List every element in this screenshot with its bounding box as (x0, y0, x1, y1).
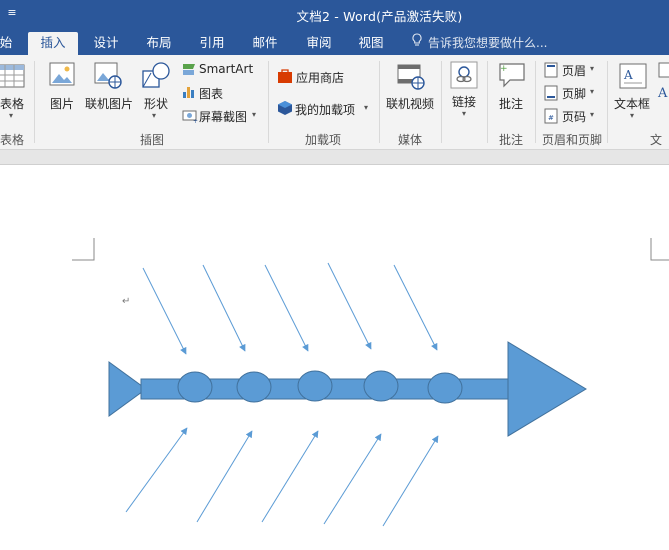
spine-node-1[interactable] (177, 371, 213, 403)
tab-references[interactable]: 引用 (190, 32, 234, 55)
smartart-button-label: SmartArt (199, 62, 254, 76)
ribbon-insert: 表格 ▾ 表格 图片 联机图片 形状 ▾ SmartArt 图表 + 屏幕截图 … (0, 55, 669, 150)
title-bar: ≡ 文档2 - Word(产品激活失败) (0, 0, 669, 30)
footer-button-label: 页脚 (562, 87, 587, 101)
links-dropdown-caret: ▾ (462, 109, 467, 118)
tab-insert[interactable]: 插入 (28, 32, 78, 55)
header-dropdown-caret: ▾ (590, 64, 595, 73)
table-button-label: 表格 (0, 97, 25, 111)
header-button-label: 页眉 (562, 64, 587, 78)
tab-design[interactable]: 设计 (84, 32, 128, 55)
fishbone-head[interactable] (507, 341, 587, 437)
screenshot-icon: + (182, 110, 198, 123)
my-addins-button-label: 我的加载项 (295, 103, 356, 117)
chart-button-label: 图表 (199, 87, 224, 101)
comment-button-label: 批注 (499, 97, 524, 111)
picture-button-label: 图片 (50, 97, 75, 111)
svg-text:+: + (193, 118, 198, 123)
online-video-icon (397, 64, 425, 90)
group-label-media: 媒体 (397, 133, 422, 147)
spine-node-4[interactable] (363, 370, 399, 402)
tell-me-placeholder: 告诉我您想要做什么... (428, 36, 548, 50)
upper-bone-4[interactable] (327, 262, 372, 350)
lower-bone-2[interactable] (196, 430, 253, 523)
quick-parts-icon[interactable]: A (656, 61, 669, 111)
group-label-text: 文 (650, 133, 663, 147)
footer-dropdown-caret: ▾ (590, 87, 595, 96)
picture-icon (49, 62, 75, 86)
comment-icon: + (499, 63, 525, 88)
spine-node-3[interactable] (297, 370, 333, 402)
tab-view[interactable]: 视图 (349, 32, 393, 55)
tab-layout[interactable]: 布局 (138, 32, 180, 55)
shapes-button-label: 形状 (144, 97, 169, 111)
group-separator (607, 61, 608, 143)
shapes-dropdown-caret: ▾ (152, 111, 157, 120)
group-separator (379, 61, 380, 143)
tab-review[interactable]: 审阅 (297, 32, 341, 55)
upper-bone-3[interactable] (264, 264, 309, 352)
document-page[interactable]: ↵ (0, 166, 669, 550)
tab-mailings[interactable]: 邮件 (244, 32, 286, 55)
document-backdrop (0, 150, 669, 165)
spine-node-5[interactable] (427, 372, 463, 404)
group-label-illustrations: 插图 (139, 133, 164, 147)
page-number-dropdown-caret: ▾ (590, 110, 595, 119)
group-label-addins: 加载项 (304, 133, 341, 147)
svg-text:#: # (548, 114, 554, 122)
lower-bone-4[interactable] (323, 433, 382, 525)
group-separator (535, 61, 536, 143)
chart-icon (183, 87, 194, 98)
store-button-label: 应用商店 (296, 71, 345, 85)
tell-me-box[interactable]: 告诉我您想要做什么... (410, 32, 547, 55)
fishbone-diagram[interactable]: ↵ (0, 166, 669, 550)
online-picture-button-label: 联机图片 (85, 97, 134, 111)
group-label-header-footer: 页眉和页脚 (541, 133, 602, 147)
window-title: 文档2 - Word(产品激活失败) (296, 9, 463, 24)
header-icon (544, 62, 558, 78)
lower-bone-3[interactable] (261, 430, 319, 523)
svg-text:A: A (657, 86, 668, 101)
group-separator (441, 61, 442, 143)
textbox-button-label: 文本框 (614, 97, 651, 111)
textbox-dropdown-caret: ▾ (630, 111, 635, 120)
spine-node-2[interactable] (236, 371, 272, 403)
svg-text:A: A (623, 68, 633, 82)
svg-text:+: + (500, 64, 508, 74)
group-label-comments: 批注 (498, 133, 523, 147)
online-video-button-label: 联机视频 (386, 97, 435, 111)
upper-bone-1[interactable] (142, 267, 187, 355)
group-separator (487, 61, 488, 143)
my-addins-icon (278, 101, 292, 115)
lower-bone-5[interactable] (382, 435, 439, 527)
tab-home[interactable]: 始 (0, 32, 16, 55)
my-addins-dropdown-caret: ▾ (364, 103, 369, 112)
table-icon (0, 64, 25, 88)
upper-bone-2[interactable] (202, 264, 246, 352)
lower-bone-1[interactable] (125, 427, 188, 513)
upper-bone-5[interactable] (393, 264, 438, 351)
screenshot-dropdown-caret: ▾ (252, 110, 257, 119)
store-icon (278, 69, 292, 83)
ribbon-tabs: 始 插入 设计 布局 引用 邮件 审阅 视图 告诉我您想要做什么... (0, 30, 669, 55)
textbox-icon: A (619, 63, 647, 89)
fishbone-tail[interactable] (108, 361, 147, 417)
table-dropdown-caret: ▾ (9, 111, 14, 120)
link-icon (450, 61, 478, 89)
group-separator (34, 61, 35, 143)
margin-mark-left (72, 238, 95, 261)
margin-mark-right (650, 238, 669, 261)
group-label-tables: 表格 (0, 133, 25, 147)
paragraph-mark: ↵ (122, 296, 130, 307)
smartart-icon (183, 64, 195, 75)
page-number-icon: # (544, 108, 558, 124)
lightbulb-icon (410, 32, 424, 54)
links-button-label: 链接 (452, 95, 477, 109)
page-number-button-label: 页码 (562, 110, 587, 124)
online-picture-icon (94, 62, 122, 89)
screenshot-button-label: 屏幕截图 (199, 110, 248, 124)
footer-icon (544, 85, 558, 101)
group-separator (268, 61, 269, 143)
shapes-icon (142, 62, 170, 88)
